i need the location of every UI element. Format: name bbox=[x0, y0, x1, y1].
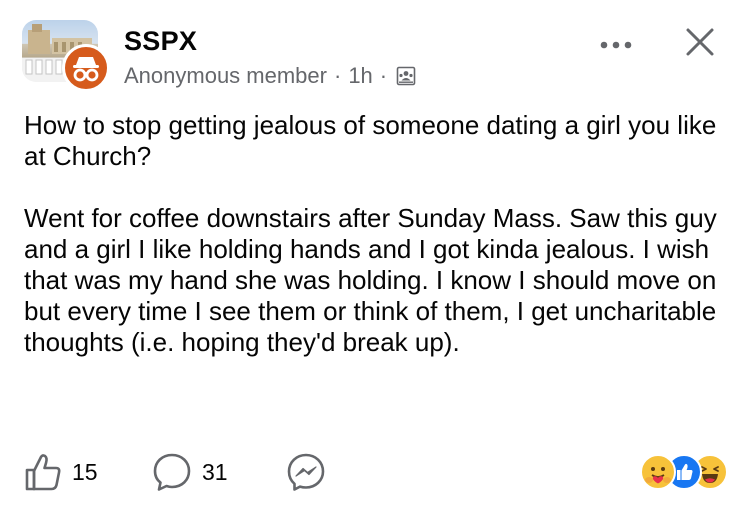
comment-button[interactable]: 31 bbox=[152, 450, 228, 494]
post-time[interactable]: 1h bbox=[348, 63, 372, 89]
group-privacy-icon bbox=[396, 66, 416, 86]
comment-count: 31 bbox=[202, 458, 228, 485]
post-footer: 15 31 bbox=[24, 450, 730, 500]
group-name[interactable]: SSPX bbox=[124, 26, 197, 57]
more-options-button[interactable] bbox=[596, 30, 636, 60]
reaction-summary[interactable] bbox=[640, 454, 728, 492]
post-body: How to stop getting jealous of someone d… bbox=[24, 110, 728, 358]
care-reaction-icon bbox=[640, 454, 676, 490]
send-in-messenger-button[interactable] bbox=[286, 450, 326, 494]
close-button[interactable] bbox=[680, 22, 720, 62]
meta-separator: · bbox=[379, 63, 388, 88]
messenger-icon bbox=[287, 453, 325, 491]
anonymous-member-avatar[interactable] bbox=[62, 44, 110, 92]
author-name[interactable]: Anonymous member bbox=[124, 63, 327, 89]
like-button[interactable]: 15 bbox=[24, 450, 98, 494]
incognito-icon bbox=[73, 57, 99, 82]
post-meta: Anonymous member · 1h · bbox=[124, 63, 416, 89]
thumbs-up-icon bbox=[25, 454, 61, 491]
post-header: SSPX Anonymous member · 1h · bbox=[22, 18, 728, 100]
close-icon bbox=[686, 28, 714, 56]
post-question: How to stop getting jealous of someone d… bbox=[24, 110, 717, 171]
comment-bubble-icon bbox=[153, 453, 191, 491]
meta-separator: · bbox=[333, 63, 342, 88]
like-count: 15 bbox=[72, 458, 98, 485]
post-text: Went for coffee downstairs after Sunday … bbox=[24, 203, 717, 357]
more-horizontal-icon bbox=[600, 41, 632, 49]
